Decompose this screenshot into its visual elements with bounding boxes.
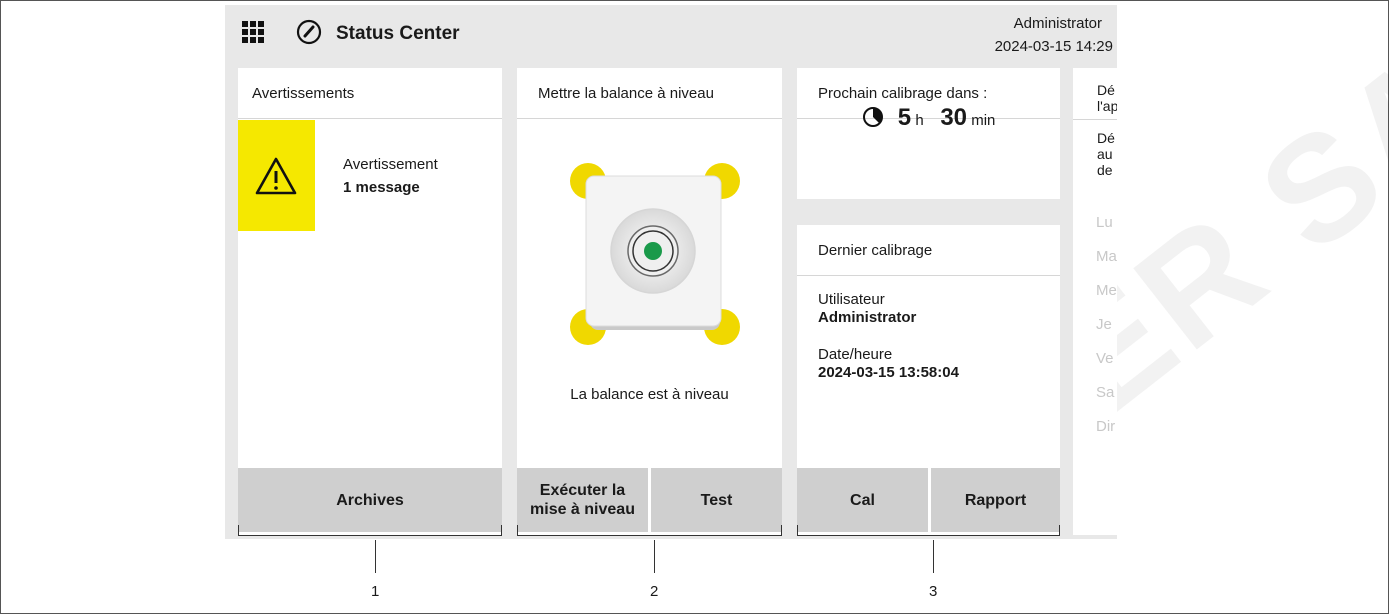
- annotation-number-1: 1: [371, 583, 380, 600]
- report-button-label: Rapport: [964, 491, 1027, 509]
- level-status: La balance est à niveau: [570, 386, 729, 403]
- warning-count: 1 message: [343, 179, 420, 196]
- day-monday[interactable]: Lu: [1096, 214, 1113, 231]
- calibration-panel: Prochain calibrage dans : 5 h 30 min Der…: [797, 68, 1060, 535]
- schedule-desc-line2: au: [1097, 146, 1113, 162]
- warning-icon: [255, 157, 297, 195]
- last-calibration-title: Dernier calibrage: [797, 225, 1060, 276]
- hours-value: 5: [897, 104, 912, 131]
- schedule-description: Dé au de: [1097, 130, 1115, 178]
- next-calibration-card: Prochain calibrage dans : 5 h 30 min: [797, 68, 1060, 199]
- day-sunday[interactable]: Dir: [1096, 418, 1115, 435]
- execute-leveling-label-line2: mise à niveau: [530, 501, 635, 518]
- apps-grid-icon[interactable]: [242, 21, 264, 43]
- current-datetime: 2024-03-15 14:29: [994, 38, 1113, 55]
- annotation-number-2: 2: [650, 583, 659, 600]
- date-label: Date/heure: [818, 346, 893, 363]
- hours-unit: h: [915, 112, 924, 129]
- warning-title: Avertissement: [343, 156, 438, 173]
- schedule-title: Dé l'ap: [1097, 82, 1117, 114]
- cal-button-label: Cal: [850, 491, 875, 509]
- schedule-divider: [1073, 119, 1117, 120]
- report-button[interactable]: Rapport: [931, 468, 1060, 532]
- panel-title: Avertissements: [238, 68, 502, 119]
- user-name: Administrator: [1013, 15, 1102, 32]
- warning-indicator: [238, 120, 315, 231]
- test-button-label: Test: [700, 491, 733, 509]
- next-calibration-countdown: 5 h 30 min: [797, 104, 1060, 132]
- execute-leveling-label-line1: Exécuter la: [539, 482, 626, 499]
- day-tuesday[interactable]: Ma: [1096, 248, 1117, 265]
- archives-button[interactable]: Archives: [238, 468, 502, 532]
- level-indicator-image: [570, 163, 740, 345]
- gauge-icon: [296, 19, 322, 45]
- day-wednesday[interactable]: Me: [1096, 282, 1117, 299]
- schedule-desc-line3: de: [1097, 162, 1113, 178]
- execute-leveling-button[interactable]: Exécuter la mise à niveau: [517, 468, 648, 532]
- level-panel: Mettre la balance à niveau La balance es…: [517, 68, 782, 535]
- user-label: Utilisateur: [818, 291, 885, 308]
- day-friday[interactable]: Ve: [1096, 350, 1114, 367]
- minutes-unit: min: [971, 112, 996, 129]
- warnings-panel: Avertissements Avertissement 1 message A…: [238, 68, 502, 535]
- cal-button[interactable]: Cal: [797, 468, 928, 532]
- schedule-title-line2: l'ap: [1097, 98, 1117, 114]
- annotation-number-3: 3: [929, 583, 938, 600]
- page-title: Status Center: [336, 23, 460, 44]
- panel-title: Mettre la balance à niveau: [517, 68, 782, 119]
- date-value: 2024-03-15 13:58:04: [818, 364, 959, 381]
- schedule-panel: Dé l'ap Dé au de Lu Ma Me Je Ve Sa Dir: [1073, 68, 1117, 535]
- user-value: Administrator: [818, 309, 917, 326]
- clock-icon: [862, 107, 883, 127]
- minutes-value: 30: [940, 104, 968, 131]
- status-center-screen: Status Center Administrator 2024-03-15 1…: [225, 5, 1117, 539]
- test-button[interactable]: Test: [651, 468, 782, 532]
- day-thursday[interactable]: Je: [1096, 316, 1112, 333]
- schedule-desc-line1: Dé: [1097, 130, 1115, 146]
- header: Status Center Administrator 2024-03-15 1…: [225, 5, 1117, 65]
- schedule-title-line1: Dé: [1097, 82, 1115, 98]
- archives-button-label: Archives: [336, 491, 404, 509]
- day-saturday[interactable]: Sa: [1096, 384, 1114, 401]
